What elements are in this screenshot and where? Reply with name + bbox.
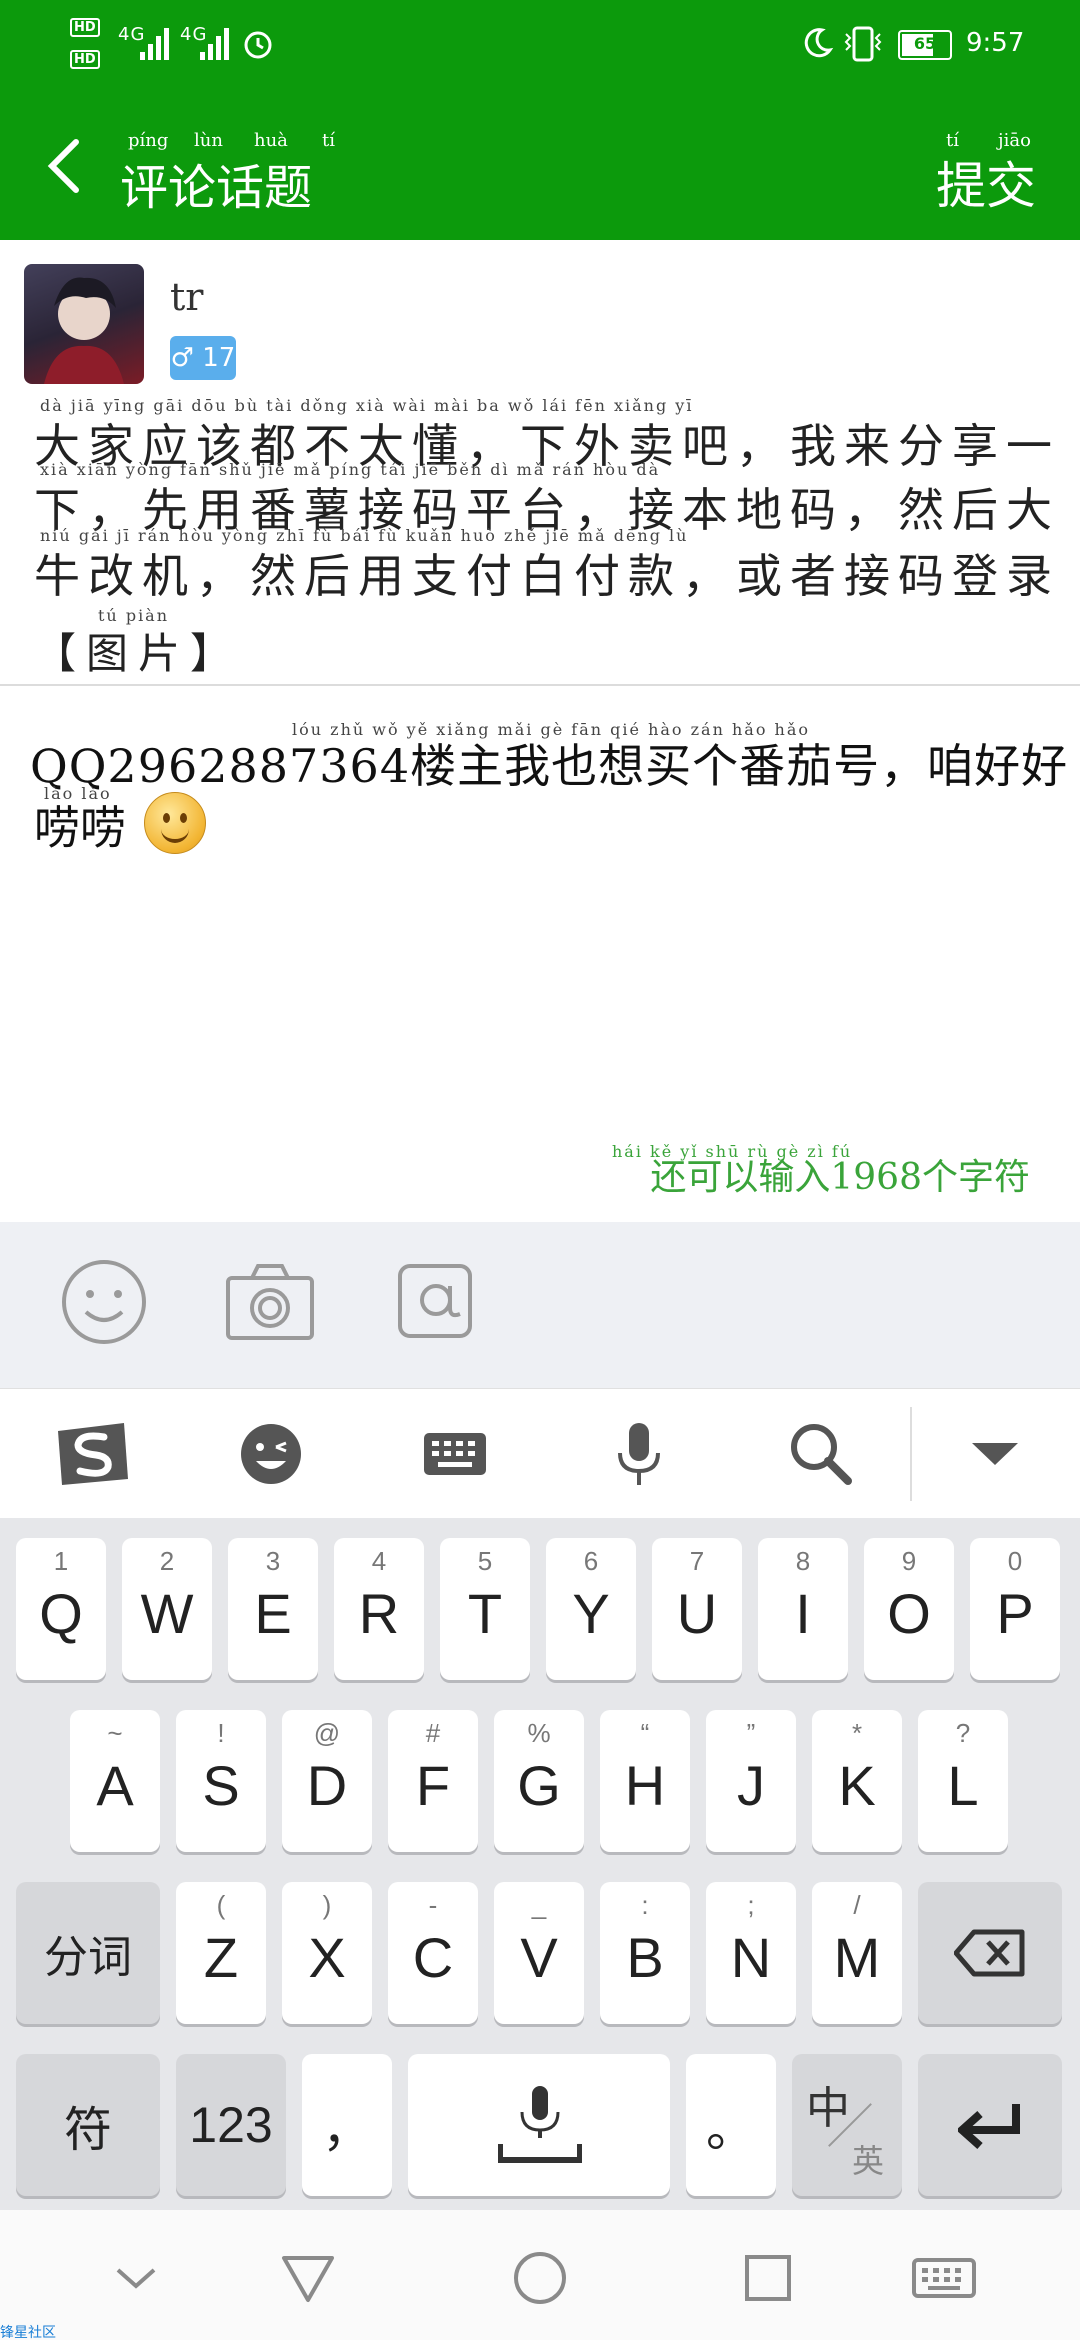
key-g[interactable]: % G xyxy=(494,1710,584,1852)
page-title: 评论话题 xyxy=(120,160,313,216)
key-n[interactable]: ; N xyxy=(706,1882,796,2024)
username[interactable]: tr xyxy=(170,275,203,319)
key-i[interactable]: 8I xyxy=(758,1538,848,1680)
symbols-key[interactable]: 符 xyxy=(16,2054,160,2196)
key-s[interactable]: ! S xyxy=(176,1710,266,1852)
segment-key[interactable]: 分词 xyxy=(16,1882,160,2024)
moon-icon xyxy=(804,28,834,58)
back-triangle-icon[interactable] xyxy=(278,2248,338,2308)
key-m[interactable]: / M xyxy=(812,1882,902,2024)
reply-text-line-2[interactable]: 唠唠 xyxy=(34,792,126,858)
mention-icon[interactable] xyxy=(396,1256,488,1348)
key-z[interactable]: (Z xyxy=(176,1882,266,2024)
hd-badge-1: HD xyxy=(70,18,100,37)
key-j[interactable]: ” J xyxy=(706,1710,796,1852)
reply-text-line-1[interactable]: QQ2962887364楼主我也想买个番茄号，咱好好 xyxy=(30,730,1068,796)
smile-emoji-icon xyxy=(144,792,206,854)
key-f[interactable]: # F xyxy=(388,1710,478,1852)
period-key[interactable]: 。 xyxy=(686,2054,776,2196)
language-switch-key[interactable]: 中 英 xyxy=(792,2054,902,2196)
keyboard-icon[interactable] xyxy=(420,1419,490,1489)
status-bar: HD HD 4G 4G 65 9:57 xyxy=(0,0,1080,90)
key-o[interactable]: 9O xyxy=(864,1538,954,1680)
ime-divider xyxy=(910,1407,912,1501)
navigation-bar xyxy=(0,2210,1080,2340)
home-circle-icon[interactable] xyxy=(510,2248,570,2308)
battery-level: 65 xyxy=(913,34,937,53)
vibrate-icon xyxy=(844,26,882,62)
key-t[interactable]: 5T xyxy=(440,1538,530,1680)
recents-square-icon[interactable] xyxy=(738,2248,798,2308)
gender-age-badge: ♂ 17 xyxy=(170,336,236,380)
ime-toolbar xyxy=(0,1388,1080,1519)
post-text-line-3: 牛改机，然后用支付白付款，或者接码登录 xyxy=(34,549,1060,603)
key-d[interactable]: @ D xyxy=(282,1710,372,1852)
avatar-image xyxy=(44,277,124,384)
microphone-icon[interactable] xyxy=(604,1419,674,1489)
backspace-key[interactable] xyxy=(918,1882,1062,2024)
key-p[interactable]: 0P xyxy=(970,1538,1060,1680)
key-r[interactable]: 4R xyxy=(334,1538,424,1680)
hide-keyboard-icon[interactable] xyxy=(106,2248,166,2308)
hd-badge-2: HD xyxy=(70,50,100,69)
sogou-logo-icon[interactable] xyxy=(52,1419,132,1489)
key-k[interactable]: * K xyxy=(812,1710,902,1852)
enter-icon xyxy=(958,2104,1020,2149)
clock: 9:57 xyxy=(966,28,1025,58)
key-c[interactable]: -C xyxy=(388,1882,478,2024)
key-u[interactable]: 7U xyxy=(652,1538,742,1680)
numbers-key[interactable]: 123 xyxy=(176,2054,286,2196)
soft-keyboard: 1Q 2W 3E 4R 5T 6Y 7U 8I 9O 0P ~ A ! S @ D #… xyxy=(0,1518,1080,2210)
keyboard-switch-icon[interactable] xyxy=(912,2248,976,2308)
key-q[interactable]: 1Q xyxy=(16,1538,106,1680)
emoji-icon[interactable] xyxy=(58,1256,150,1348)
key-v[interactable]: _ V xyxy=(494,1882,584,2024)
camera-icon[interactable] xyxy=(224,1256,316,1348)
title-pinyin-4: tí xyxy=(322,130,335,151)
enter-key[interactable] xyxy=(918,2054,1062,2196)
divider xyxy=(0,684,1080,686)
key-w[interactable]: 2W xyxy=(122,1538,212,1680)
picture-tag[interactable]: 【图片】 xyxy=(34,620,242,681)
watermark: 锋星社区 xyxy=(0,2325,56,2341)
space-voice-icon xyxy=(498,2086,582,2163)
battery-icon: 65 xyxy=(898,30,952,60)
key-e[interactable]: 3E xyxy=(228,1538,318,1680)
search-icon[interactable] xyxy=(786,1419,856,1489)
key-b[interactable]: :B xyxy=(600,1882,690,2024)
signal-icon-2 xyxy=(200,28,229,60)
compose-toolbar xyxy=(0,1222,1080,1388)
key-y[interactable]: 6Y xyxy=(546,1538,636,1680)
sticker-icon[interactable] xyxy=(236,1419,306,1489)
avatar[interactable] xyxy=(24,264,144,384)
key-x[interactable]: ) X xyxy=(282,1882,372,2024)
char-counter: 还可以输入1968个字符 xyxy=(650,1157,1030,1198)
backspace-icon xyxy=(954,1929,1025,1977)
submit-button[interactable]: 提交 xyxy=(936,146,1036,218)
key-h[interactable]: “H xyxy=(600,1710,690,1852)
collapse-keyboard-icon[interactable] xyxy=(960,1419,1030,1489)
alarm-icon xyxy=(244,31,272,59)
back-arrow-icon[interactable] xyxy=(44,136,84,196)
app-header: píng lùn huà tí 评论话题 tí jiāo 提交 xyxy=(0,90,1080,240)
key-l[interactable]: ? L xyxy=(918,1710,1008,1852)
signal-icon-1 xyxy=(140,28,169,60)
key-a[interactable]: ~ A xyxy=(70,1710,160,1852)
space-key[interactable] xyxy=(408,2054,670,2196)
comma-key[interactable]: ， xyxy=(302,2054,392,2196)
